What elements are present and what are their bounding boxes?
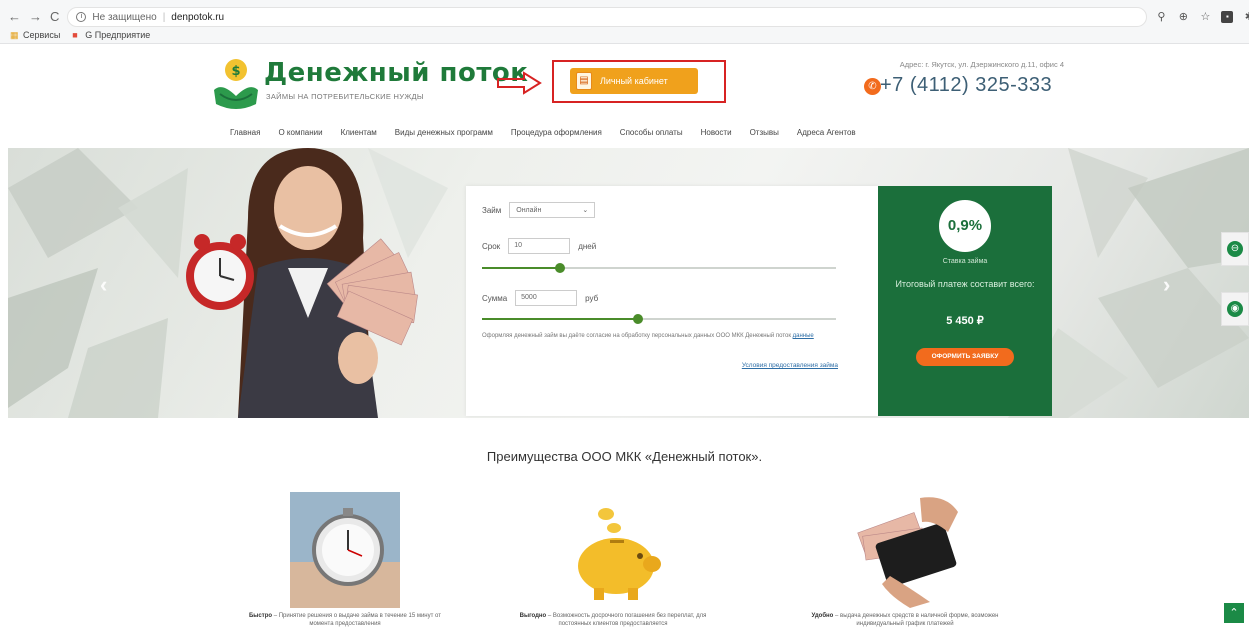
browser-toolbar: ← → C i Не защищено | denpotok.ru ⚲ ⊕ ☆ …	[8, 6, 1249, 28]
site-logo[interactable]: $ Денежный поток ЗАЙМЫ НА ПОТРЕБИТЕЛЬСКИ…	[212, 56, 528, 114]
term-label: Срок	[482, 241, 501, 251]
loan-type-row: Займ Онлайн ⌄	[482, 202, 596, 218]
term-slider[interactable]	[482, 263, 836, 273]
amount-slider-fill	[482, 318, 638, 320]
star-icon[interactable]: ☆	[1199, 11, 1211, 23]
nav-item-reviews[interactable]: Отзывы	[750, 128, 779, 137]
consent-note: Оформляя денежный займ вы даёте согласие…	[482, 332, 842, 340]
term-unit: дней	[578, 241, 597, 251]
loan-type-value: Онлайн	[516, 206, 542, 214]
amount-input[interactable]: 5000	[515, 290, 578, 306]
apps-icon: ▦	[10, 29, 19, 40]
forward-icon[interactable]: →	[29, 9, 42, 25]
reload-icon[interactable]: C	[50, 9, 59, 25]
bookmark-icon: ■	[72, 29, 78, 40]
bookmark-enterprise[interactable]: ■ G Предприятие	[72, 30, 150, 40]
browser-chrome: ← → C i Не защищено | denpotok.ru ⚲ ⊕ ☆ …	[0, 0, 1249, 44]
amount-unit: руб	[585, 293, 599, 303]
back-icon[interactable]: ←	[8, 9, 21, 25]
slider-next-icon[interactable]: ›	[1163, 272, 1170, 298]
phone-icon: ✆	[864, 78, 881, 95]
logo-title: Денежный поток	[264, 58, 529, 88]
amount-slider[interactable]	[482, 314, 836, 324]
nav-item-payment[interactable]: Способы оплаты	[620, 128, 683, 137]
annotation-arrow-icon	[497, 71, 542, 95]
advantage-profitable-title: Выгодно	[519, 613, 547, 619]
rate-label: Ставка займа	[942, 258, 988, 265]
nav-item-procedure[interactable]: Процедура оформления	[511, 128, 602, 137]
bookmark-apps[interactable]: ▦ Сервисы	[10, 30, 60, 40]
side-callback-button[interactable]: ⊖	[1221, 232, 1249, 266]
phone-circle-icon: ⊖	[1227, 241, 1243, 257]
nav-item-clients[interactable]: Клиентам	[341, 128, 377, 137]
term-row: Срок 10 дней	[482, 238, 596, 254]
advantage-fast-title: Быстро	[248, 613, 273, 619]
term-slider-handle[interactable]	[554, 263, 565, 273]
advantages-title: Преимущества ООО МКК «Денежный поток».	[486, 449, 763, 464]
side-accessibility-button[interactable]: ◉	[1221, 292, 1249, 326]
puzzle-icon[interactable]: ✱	[1243, 11, 1249, 23]
url-host: denpotok.ru	[171, 11, 225, 23]
nav-item-home[interactable]: Главная	[230, 128, 260, 137]
logo-hands-icon: $	[214, 59, 258, 109]
nav-item-programs[interactable]: Виды денежных программ	[395, 128, 493, 137]
nav-item-news[interactable]: Новости	[701, 128, 732, 137]
nav-item-about[interactable]: О компании	[278, 128, 322, 137]
amount-row: Сумма 5000 руб	[482, 290, 598, 306]
total-value: 5 450 ₽	[946, 315, 984, 327]
loan-calculator: Займ Онлайн ⌄ Срок 10 дней Сумма 5000 ру…	[466, 186, 878, 416]
info-icon[interactable]: i	[76, 12, 87, 22]
contact-block: Адрес: г. Якутск, ул. Дзержинского д.11,…	[864, 60, 1064, 110]
zoom-icon[interactable]: ⚲	[1155, 11, 1167, 23]
chevron-down-icon: ⌄	[582, 207, 589, 214]
loan-type-select[interactable]: Онлайн ⌄	[509, 202, 596, 218]
advantage-convenient-title: Удобно	[811, 613, 834, 619]
advantage-convenient-text: Удобно – выдача денежных средств в налич…	[800, 612, 1010, 628]
address-text: Адрес: г. Якутск, ул. Дзержинского д.11,…	[899, 60, 1064, 69]
personal-account-label: Личный кабинет	[600, 76, 668, 86]
term-input[interactable]: 10	[508, 238, 571, 254]
amount-slider-handle[interactable]	[632, 314, 643, 324]
phone-number[interactable]: +7 (4112) 325-333	[880, 74, 1052, 97]
consent-note-link[interactable]: данные	[793, 333, 814, 339]
wallet-image	[857, 497, 958, 608]
advantage-profitable-text: Выгодно – Возможность досрочного погашен…	[508, 612, 718, 628]
logo-subtitle: ЗАЙМЫ НА ПОТРЕБИТЕЛЬСКИЕ НУЖДЫ	[266, 92, 424, 101]
svg-text:$: $	[231, 64, 240, 79]
toolbar-icons: ⚲ ⊕ ☆ ▪ ✱ ●	[1155, 11, 1249, 23]
personal-account-button[interactable]: ▤ Личный кабинет	[570, 68, 698, 94]
extension-icon[interactable]: ▪	[1221, 11, 1234, 23]
apply-button[interactable]: ОФОРМИТЬ ЗАЯВКУ	[916, 348, 1014, 366]
slider-prev-icon[interactable]: ‹	[100, 272, 107, 298]
loan-type-label: Займ	[482, 205, 502, 215]
advantage-profitable-desc: – Возможность досрочного погашения без п…	[546, 613, 707, 627]
amount-label: Сумма	[482, 293, 508, 303]
document-icon: ▤	[576, 72, 592, 90]
piggy-bank-image	[578, 508, 661, 600]
consent-note-text: Оформляя денежный займ вы даёте согласие…	[482, 333, 791, 339]
bookmark-label: Сервисы	[23, 30, 61, 40]
security-label: Не защищено	[92, 11, 157, 23]
eye-icon: ◉	[1227, 301, 1243, 317]
rate-panel: 0,9% Ставка займа Итоговый платеж состав…	[878, 186, 1052, 416]
total-label: Итоговый платеж составит всего:	[895, 279, 1035, 289]
advantage-convenient-desc: – выдача денежных средств в наличной фор…	[833, 613, 999, 627]
bookmark-label: G Предприятие	[85, 30, 151, 40]
stopwatch-image	[290, 492, 400, 608]
hero-woman-image	[186, 148, 418, 418]
main-nav: Главная О компании Клиентам Виды денежны…	[230, 128, 856, 137]
advantage-fast-text: Быстро – Принятие решения о выдаче займа…	[240, 612, 450, 628]
loan-conditions-link[interactable]: Условия предоставления займа	[742, 362, 838, 369]
nav-item-agents[interactable]: Адреса Агентов	[797, 128, 856, 137]
term-slider-fill	[482, 267, 560, 269]
advantage-fast-desc: – Принятие решения о выдаче займа в тече…	[272, 613, 441, 627]
translate-icon[interactable]: ⊕	[1177, 11, 1189, 23]
bookmarks-bar: ▦ Сервисы ■ G Предприятие	[10, 30, 150, 40]
rate-value: 0,9%	[939, 200, 991, 252]
scroll-up-button[interactable]: ⌃	[1224, 603, 1244, 623]
address-bar[interactable]: i Не защищено | denpotok.ru	[67, 7, 1148, 27]
